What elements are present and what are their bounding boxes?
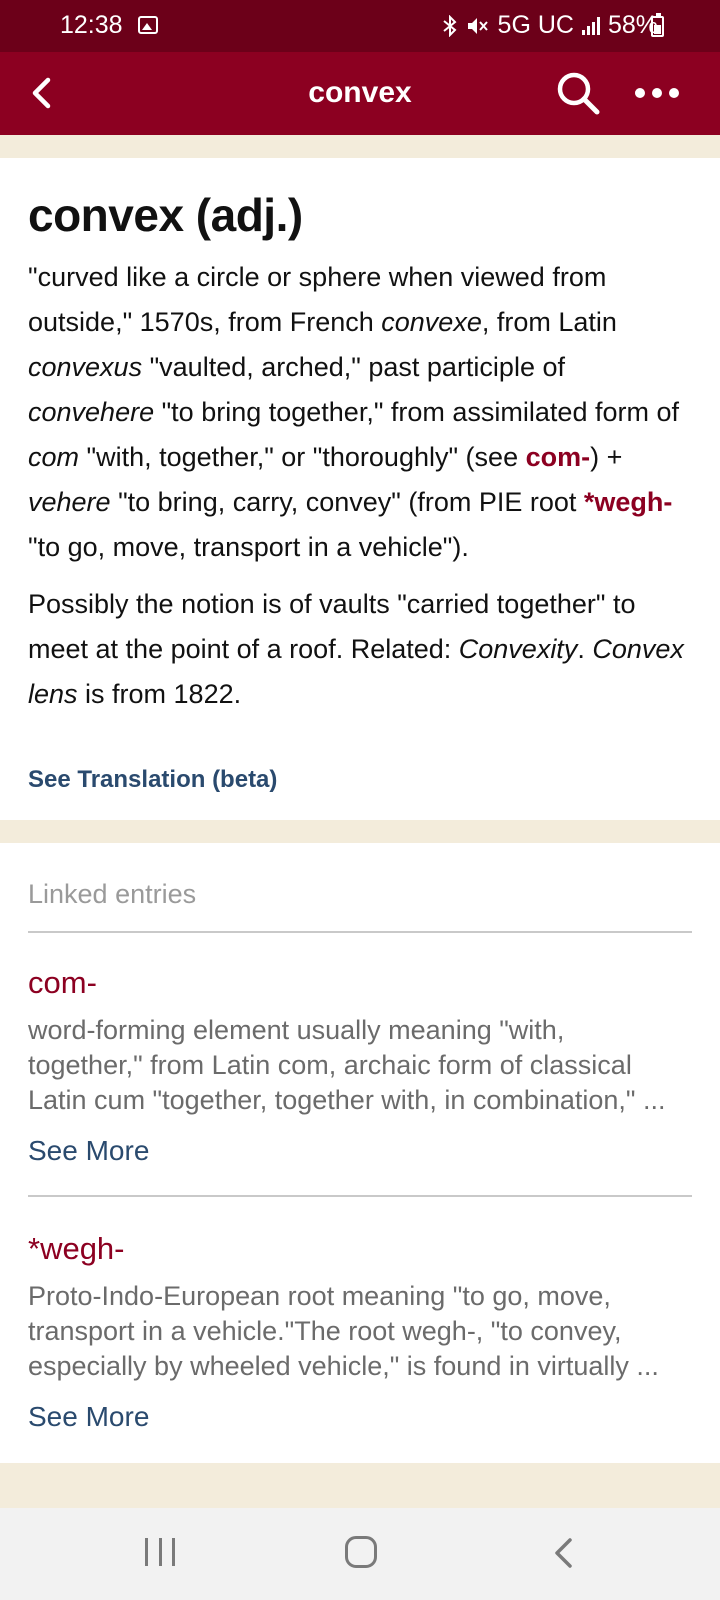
summary-line: together," from Latin com, archaic form … bbox=[28, 1050, 632, 1080]
network-type: 5G UC bbox=[497, 11, 574, 39]
italic-term: convexe bbox=[381, 307, 482, 337]
xref-link-com[interactable]: com- bbox=[526, 442, 591, 472]
status-icons: 5G UC 58% bbox=[442, 11, 658, 40]
summary-line: especially by wheeled vehicle," is found… bbox=[28, 1351, 659, 1381]
text-run: "to bring together," from assimilated fo… bbox=[154, 397, 679, 427]
bluetooth-icon bbox=[442, 14, 457, 37]
text-run: "with, together," or "thoroughly" (see bbox=[79, 442, 526, 472]
status-bar: 12:38 5G UC 58% bbox=[0, 0, 720, 52]
text-run: . bbox=[577, 634, 593, 664]
text-run: "to go, move, transport in a vehicle"). bbox=[28, 532, 469, 562]
summary-line: Latin cum "together, together with, in c… bbox=[28, 1085, 666, 1115]
text-run: "to bring, carry, convey" (from PIE root bbox=[110, 487, 584, 517]
system-back-icon[interactable] bbox=[548, 1536, 582, 1570]
see-more-link-wegh[interactable]: See More bbox=[28, 1401, 149, 1433]
entry-card: convex (adj.) "curved like a circle or s… bbox=[0, 158, 720, 820]
italic-term: com bbox=[28, 442, 80, 472]
italic-term: convehere bbox=[28, 397, 155, 427]
gallery-icon bbox=[138, 16, 158, 34]
app-bar: convex bbox=[0, 52, 720, 135]
notes-paragraph: Possibly the notion is of vaults "carrie… bbox=[28, 582, 694, 717]
status-time: 12:38 bbox=[60, 11, 123, 39]
headword: convex (adj.) bbox=[28, 189, 303, 241]
linked-entries-card: Linked entries com- word-forming element… bbox=[0, 843, 720, 1463]
summary-line: transport in a vehicle."The root wegh-, … bbox=[28, 1316, 622, 1346]
italic-term: vehere bbox=[28, 487, 111, 517]
recent-apps-icon[interactable] bbox=[145, 1538, 175, 1568]
more-options-icon[interactable] bbox=[632, 72, 682, 114]
page-title: convex bbox=[308, 76, 412, 109]
divider bbox=[28, 931, 692, 933]
home-icon[interactable] bbox=[345, 1536, 377, 1568]
text-run: is from 1822. bbox=[77, 679, 242, 709]
battery-icon bbox=[651, 13, 664, 37]
see-more-link-com[interactable]: See More bbox=[28, 1135, 149, 1167]
linked-entry-summary-wegh: Proto-Indo-European root meaning "to go,… bbox=[28, 1279, 694, 1384]
linked-entry-summary-com: word-forming element usually meaning "wi… bbox=[28, 1013, 694, 1118]
xref-link-wegh[interactable]: *wegh- bbox=[584, 487, 673, 517]
linked-entries-heading: Linked entries bbox=[28, 879, 197, 909]
italic-term: convexus bbox=[28, 352, 143, 382]
etymology-paragraph: "curved like a circle or sphere when vie… bbox=[28, 255, 694, 570]
signal-icon bbox=[581, 16, 600, 35]
divider bbox=[28, 1195, 692, 1197]
linked-entry-title-com[interactable]: com- bbox=[28, 965, 97, 1001]
search-icon[interactable] bbox=[553, 68, 605, 120]
system-nav-bar bbox=[0, 1508, 720, 1600]
summary-line: Proto-Indo-European root meaning "to go,… bbox=[28, 1281, 611, 1311]
text-run: "vaulted, arched," past participle of bbox=[142, 352, 565, 382]
linked-entry-title-wegh[interactable]: *wegh- bbox=[28, 1231, 125, 1267]
italic-term: Convexity bbox=[458, 634, 578, 664]
text-run: , from Latin bbox=[481, 307, 617, 337]
text-run: ) + bbox=[590, 442, 623, 472]
summary-line: word-forming element usually meaning "wi… bbox=[28, 1015, 565, 1045]
see-translation-link[interactable]: See Translation (beta) bbox=[28, 766, 277, 794]
mute-icon bbox=[467, 17, 488, 34]
